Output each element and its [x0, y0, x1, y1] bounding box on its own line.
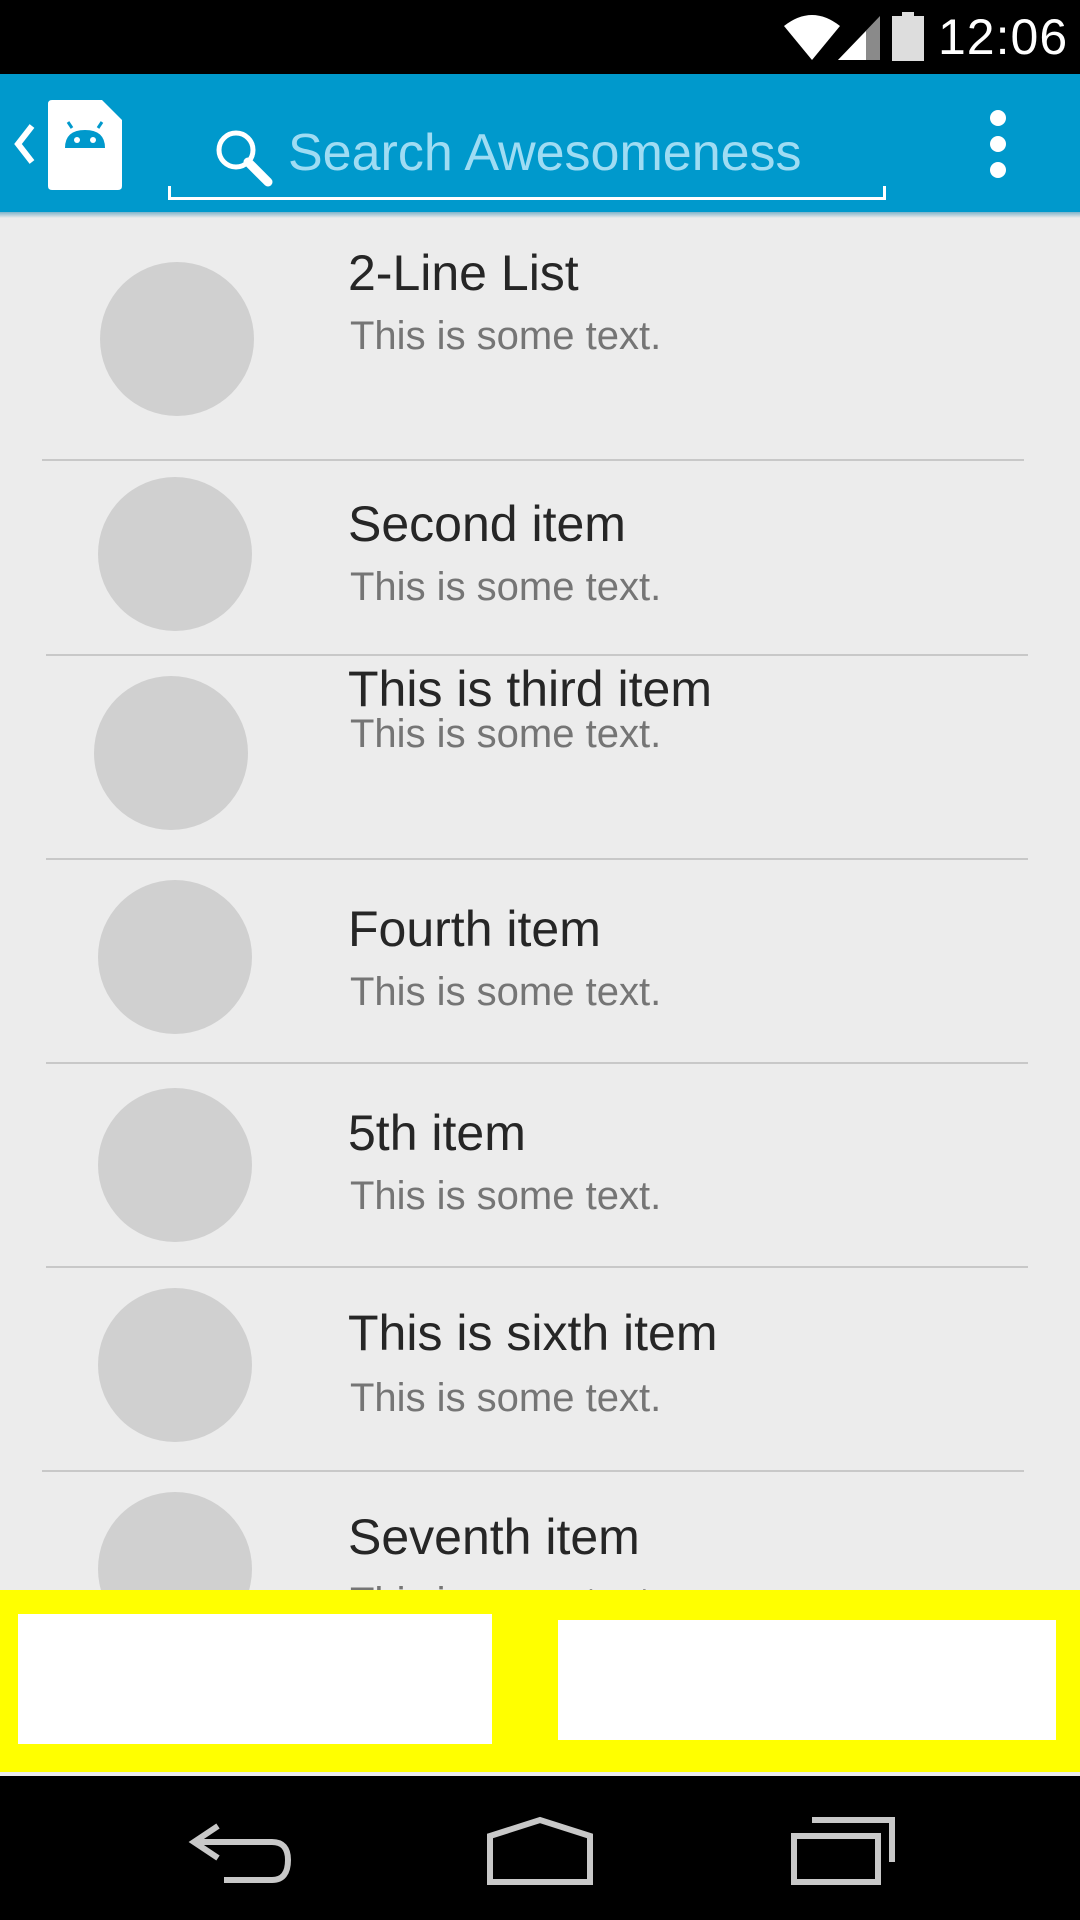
recent-apps-icon[interactable]	[790, 1816, 896, 1886]
list-item-title: Fourth item	[348, 901, 601, 957]
list-item[interactable]: 2-Line List This is some text.	[0, 218, 1080, 462]
avatar	[100, 262, 254, 416]
right-button[interactable]	[558, 1620, 1056, 1740]
list-item[interactable]: Seventh item This is some text.	[0, 1472, 1080, 1590]
list-item-title: Second item	[348, 496, 626, 552]
bottom-button-bar	[0, 1590, 1080, 1772]
list-item-title: This is sixth item	[348, 1305, 718, 1361]
action-bar	[0, 74, 1080, 212]
left-button[interactable]	[18, 1614, 492, 1744]
cell-signal-icon	[838, 16, 880, 60]
chevron-left-icon[interactable]	[10, 122, 38, 166]
list-item[interactable]: This is sixth item This is some text.	[0, 1268, 1080, 1470]
back-icon[interactable]	[188, 1820, 292, 1886]
home-icon[interactable]	[484, 1816, 596, 1886]
list-item[interactable]: 5th item This is some text.	[0, 1064, 1080, 1266]
battery-icon	[892, 12, 924, 61]
list-item-title: 5th item	[348, 1105, 526, 1161]
search-box[interactable]	[168, 104, 886, 200]
list-item-title: This is third item	[348, 661, 712, 717]
android-app-icon[interactable]	[48, 100, 122, 190]
list-item-subtitle: This is some text.	[350, 1376, 662, 1420]
avatar	[98, 880, 252, 1034]
wifi-icon	[784, 15, 840, 60]
avatar	[98, 1492, 252, 1590]
list-item[interactable]: Fourth item This is some text.	[0, 860, 1080, 1062]
search-icon	[216, 130, 273, 187]
avatar	[98, 477, 252, 631]
list-item-subtitle: This is some text.	[350, 712, 662, 756]
list-item[interactable]: Second item This is some text.	[0, 461, 1080, 655]
avatar	[98, 1088, 252, 1242]
avatar	[94, 676, 248, 830]
search-input[interactable]	[288, 120, 868, 186]
clock: 12:06	[938, 9, 1069, 65]
list-item-subtitle: This is some text.	[350, 565, 662, 609]
list-item[interactable]: This is third item This is some text.	[0, 656, 1080, 858]
list-item-title: 2-Line List	[348, 245, 579, 301]
avatar	[98, 1288, 252, 1442]
list-item-subtitle: This is some text.	[350, 1580, 661, 1590]
list-item-subtitle: This is some text.	[350, 314, 662, 358]
list-item-title: Seventh item	[348, 1509, 640, 1565]
list-item-subtitle: This is some text.	[350, 1174, 662, 1218]
status-bar: 12:06	[0, 0, 1080, 74]
list-item-subtitle: This is some text.	[350, 970, 662, 1014]
two-line-list[interactable]: 2-Line List This is some text. Second it…	[0, 218, 1080, 1590]
overflow-menu-icon[interactable]	[970, 102, 1026, 186]
search-underline	[168, 186, 886, 200]
navigation-bar	[0, 1776, 1080, 1920]
